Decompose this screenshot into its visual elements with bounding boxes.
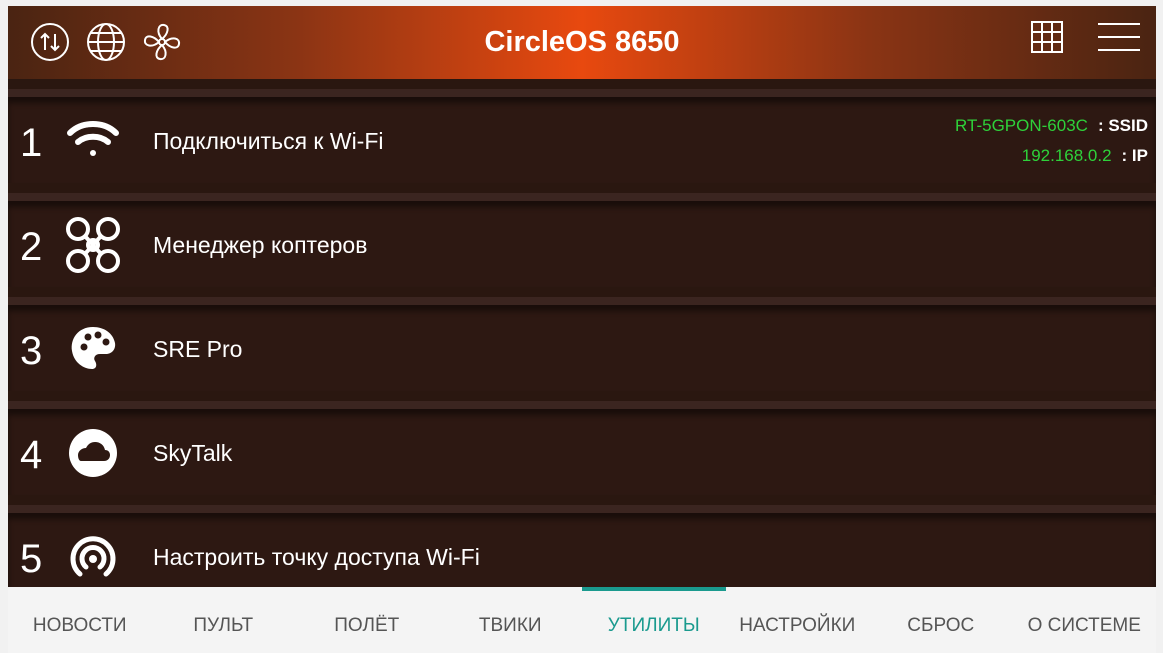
item-number: 3 [20,329,43,373]
bottom-tab-bar: НОВОСТИ ПУЛЬТ ПОЛЁТ ТВИКИ УТИЛИТЫ НАСТРО… [8,587,1156,653]
tab-flight[interactable]: ПОЛЁТ [295,587,439,653]
menu-icon[interactable] [1096,20,1142,54]
item-label: SkyTalk [153,440,233,466]
list-item-skytalk[interactable]: 4 SkyTalk [8,401,1156,495]
top-bar: CircleOS 8650 [8,6,1156,79]
ip-value: 192.168.0.2 [1021,146,1112,165]
tab-tweaks[interactable]: ТВИКИ [439,587,583,653]
app-window: CircleOS 8650 1 Подключиться к Wi-Fi RT-… [8,6,1156,653]
tab-about[interactable]: О СИСТЕМЕ [1013,587,1157,653]
item-number: 4 [20,433,43,477]
list-item-sre-pro[interactable]: 3 SRE Pro [8,297,1156,391]
ssid-label: : SSID [1097,116,1148,135]
tab-settings[interactable]: НАСТРОЙКИ [726,587,870,653]
cloud-icon [60,423,126,483]
tab-remote[interactable]: ПУЛЬТ [152,587,296,653]
tab-utilities[interactable]: УТИЛИТЫ [582,587,726,653]
ssid-value: RT-5GPON-603C [955,116,1088,135]
connection-status: RT-5GPON-603C : SSID 192.168.0.2 : IP [955,111,1148,171]
grid-icon[interactable] [1030,20,1064,54]
list-item-hotspot[interactable]: 5 Настроить точку доступа Wi-Fi [8,505,1156,599]
hotspot-icon [60,527,126,587]
app-title: CircleOS 8650 [484,26,680,58]
ip-label: : IP [1121,146,1148,165]
tab-news[interactable]: НОВОСТИ [8,587,152,653]
item-label: SRE Pro [153,336,243,362]
tab-reset[interactable]: СБРОС [869,587,1013,653]
wifi-icon [60,111,126,171]
list-item-drone-manager[interactable]: 2 Менеджер коптеров [8,193,1156,287]
item-label: Подключиться к Wi-Fi [153,128,384,154]
item-label: Настроить точку доступа Wi-Fi [153,544,480,570]
palette-icon [60,319,126,379]
item-number: 2 [20,225,43,269]
item-number: 5 [20,537,43,581]
drone-icon [60,215,126,275]
item-number: 1 [20,121,43,165]
item-label: Менеджер коптеров [153,232,368,258]
list-item-wifi[interactable]: 1 Подключиться к Wi-Fi RT-5GPON-603C : SS… [8,89,1156,183]
